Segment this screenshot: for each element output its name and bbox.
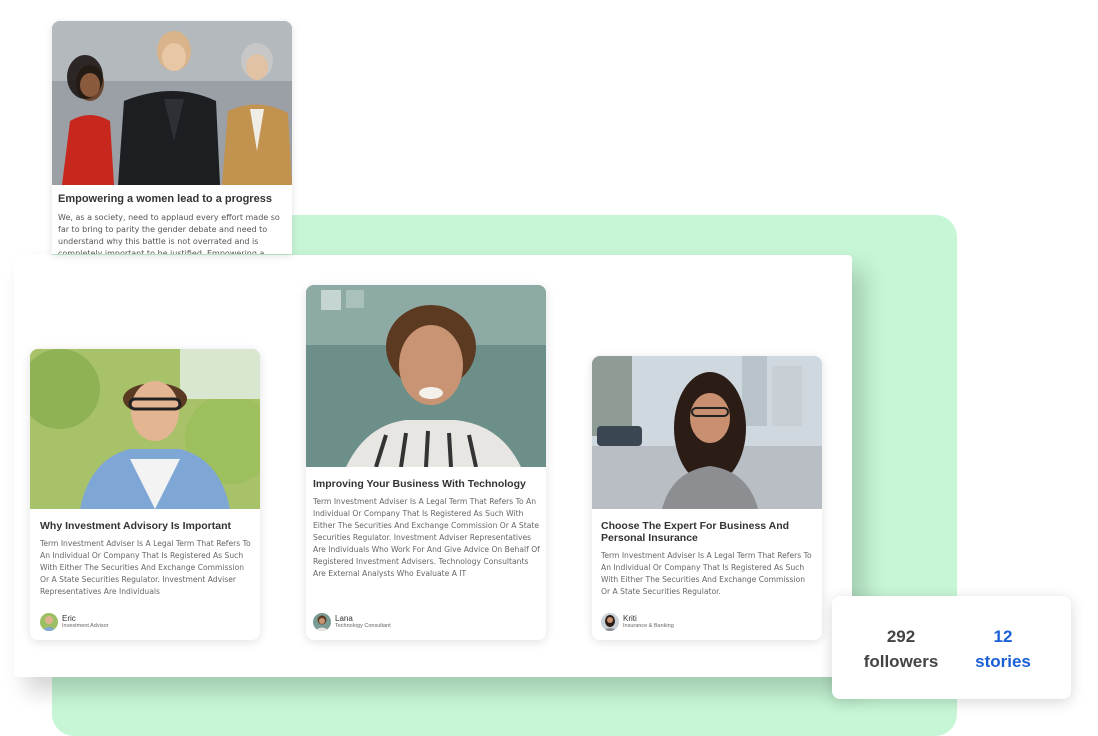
eric-photo [30,349,260,509]
stats-box: 292 followers 12 stories [832,596,1071,699]
author-role: Technology Consultant [335,623,391,629]
lana-photo [306,285,546,467]
stories-stat[interactable]: 12 stories [958,624,1048,674]
author-avatar [601,613,619,631]
story-card-investment-advisory[interactable]: Why Investment Advisory Is Important Ter… [30,349,260,640]
women-leaders-photo [52,21,292,185]
card-excerpt: Term Investment Adviser Is A Legal Term … [40,539,251,596]
author-name: Kriti [623,614,637,623]
author-name: Eric [62,614,76,623]
stories-label: stories [975,652,1031,671]
story-card-business-insurance[interactable]: Choose The Expert For Business And Perso… [592,356,822,640]
story-card-business-technology[interactable]: Improving Your Business With Technology … [306,285,546,640]
author-role: Insurance & Banking [623,623,674,629]
card-title[interactable]: Improving Your Business With Technology [313,478,526,490]
author-name: Lana [335,614,353,623]
card-title[interactable]: Empowering a women lead to a progress [58,193,272,205]
author-avatar [40,613,58,631]
card-excerpt: Term Investment Adviser Is A Legal Term … [313,497,540,578]
author-lana[interactable]: Lana Technology Consultant [313,613,391,631]
card-excerpt: We, as a society, need to applaud every … [58,213,280,254]
followers-count: 292 [886,627,916,646]
card-excerpt: Term Investment Adviser Is A Legal Term … [601,551,812,596]
story-card-empowering-women[interactable]: Empowering a women lead to a progress We… [52,21,292,254]
stories-count: 12 [993,627,1013,646]
kriti-photo [592,356,822,509]
card-title[interactable]: Why Investment Advisory Is Important [40,520,231,532]
author-kriti[interactable]: Kriti Insurance & Banking [601,613,674,631]
followers-label: followers [863,652,939,671]
author-avatar [313,613,331,631]
author-eric[interactable]: Eric Investment Advisor [40,613,108,631]
author-role: Investment Advisor [62,623,109,629]
followers-stat[interactable]: 292 followers [854,624,948,674]
card-title[interactable]: Choose The Expert For Business And Perso… [601,520,815,544]
